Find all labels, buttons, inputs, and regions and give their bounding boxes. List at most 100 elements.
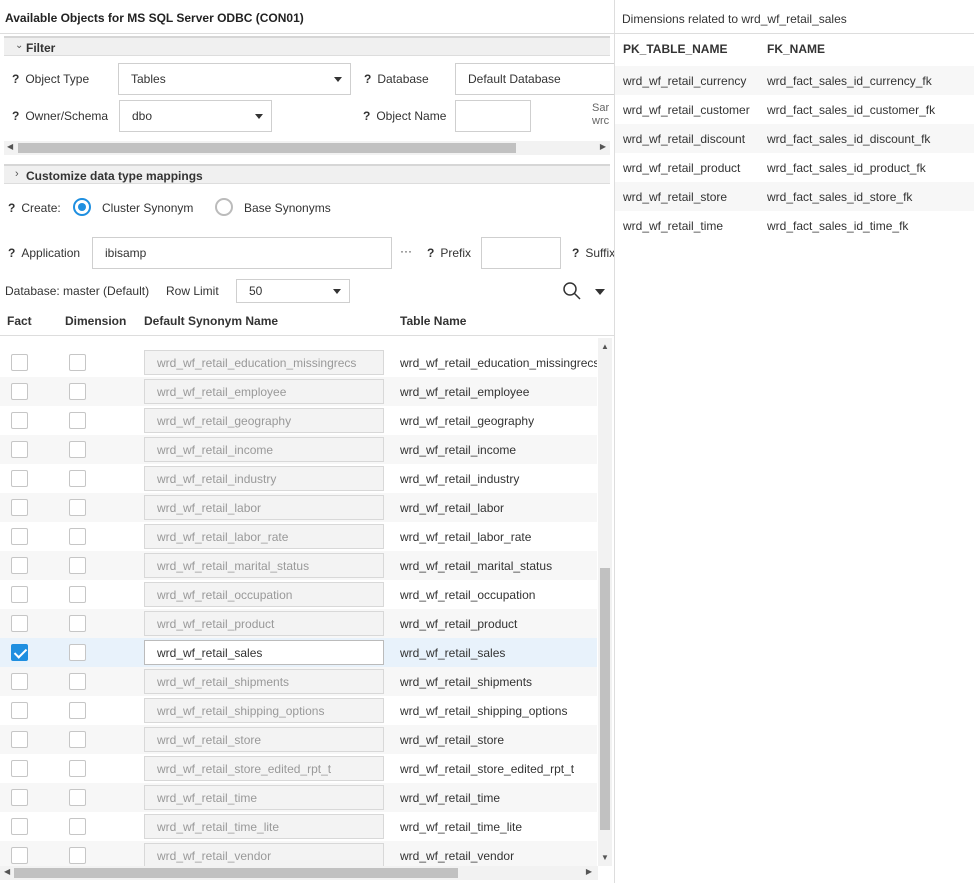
table-row[interactable]: wrd_wf_retail_education_missingrecs wrd_w… — [0, 348, 597, 377]
dimension-checkbox[interactable] — [69, 441, 86, 458]
table-row[interactable]: wrd_wf_retail_product wrd_wf_retail_produ… — [0, 609, 597, 638]
synonym-name-input[interactable]: wrd_wf_retail_education_missingrecs — [144, 350, 384, 375]
synonym-name-input[interactable]: wrd_wf_retail_industry — [144, 466, 384, 491]
scroll-thumb[interactable] — [14, 868, 458, 878]
dimension-row[interactable]: wrd_wf_retail_store wrd_fact_sales_id_sto… — [615, 182, 974, 211]
fact-checkbox[interactable] — [11, 644, 28, 661]
owner-schema-select[interactable]: dbo — [119, 100, 272, 132]
help-icon[interactable]: ? — [363, 109, 370, 123]
table-row[interactable]: wrd_wf_retail_geography wrd_wf_retail_geo… — [0, 406, 597, 435]
table-row[interactable]: wrd_wf_retail_labor wrd_wf_retail_labor — [0, 493, 597, 522]
col-synonym[interactable]: Default Synonym Name — [144, 314, 278, 328]
help-icon[interactable]: ? — [12, 72, 19, 86]
scroll-right-icon[interactable]: ▶ — [586, 867, 592, 876]
table-row[interactable]: wrd_wf_retail_industry wrd_wf_retail_indu… — [0, 464, 597, 493]
fact-checkbox[interactable] — [11, 818, 28, 835]
help-icon[interactable]: ? — [427, 246, 434, 260]
synonym-name-input[interactable]: wrd_wf_retail_employee — [144, 379, 384, 404]
dimension-checkbox[interactable] — [69, 499, 86, 516]
table-row[interactable]: wrd_wf_retail_store_edited_rpt_t wrd_wf_r… — [0, 754, 597, 783]
synonym-name-input[interactable]: wrd_wf_retail_marital_status — [144, 553, 384, 578]
help-icon[interactable]: ? — [572, 246, 579, 260]
table-row[interactable]: wrd_wf_retail_time wrd_wf_retail_time — [0, 783, 597, 812]
fact-checkbox[interactable] — [11, 731, 28, 748]
synonym-name-input[interactable]: wrd_wf_retail_product — [144, 611, 384, 636]
synonym-name-input[interactable]: wrd_wf_retail_time_lite — [144, 814, 384, 839]
table-row[interactable]: wrd_wf_retail_vendor wrd_wf_retail_vendor — [0, 841, 597, 866]
fact-checkbox[interactable] — [11, 586, 28, 603]
fact-checkbox[interactable] — [11, 499, 28, 516]
dimension-checkbox[interactable] — [69, 528, 86, 545]
scroll-down-icon[interactable]: ▼ — [601, 853, 609, 862]
fact-checkbox[interactable] — [11, 470, 28, 487]
dimension-row[interactable]: wrd_wf_retail_customer wrd_fact_sales_id_… — [615, 95, 974, 124]
fact-checkbox[interactable] — [11, 528, 28, 545]
col-table[interactable]: Table Name — [400, 314, 466, 328]
customize-section-header[interactable]: › Customize data type mappings — [4, 164, 610, 184]
dimension-checkbox[interactable] — [69, 586, 86, 603]
synonym-name-input[interactable]: wrd_wf_retail_geography — [144, 408, 384, 433]
dimension-checkbox[interactable] — [69, 731, 86, 748]
dimension-checkbox[interactable] — [69, 760, 86, 777]
table-row[interactable]: wrd_wf_retail_shipments wrd_wf_retail_shi… — [0, 667, 597, 696]
table-row[interactable]: wrd_wf_retail_sales wrd_wf_retail_sales — [0, 638, 597, 667]
dimension-checkbox[interactable] — [69, 557, 86, 574]
filter-section-header[interactable]: ⌄ Filter — [4, 36, 610, 56]
synonym-name-input[interactable]: wrd_wf_retail_vendor — [144, 843, 384, 866]
dimension-checkbox[interactable] — [69, 615, 86, 632]
cluster-synonym-label[interactable]: Cluster Synonym — [102, 201, 193, 215]
dimension-checkbox[interactable] — [69, 789, 86, 806]
dimension-checkbox[interactable] — [69, 470, 86, 487]
dimension-row[interactable]: wrd_wf_retail_currency wrd_fact_sales_id_… — [615, 66, 974, 95]
table-row[interactable]: wrd_wf_retail_income wrd_wf_retail_income — [0, 435, 597, 464]
synonym-name-input[interactable]: wrd_wf_retail_shipments — [144, 669, 384, 694]
fact-checkbox[interactable] — [11, 557, 28, 574]
scroll-left-icon[interactable]: ◀ — [4, 867, 10, 876]
table-row[interactable]: wrd_wf_retail_employee wrd_wf_retail_empl… — [0, 377, 597, 406]
table-row[interactable]: wrd_wf_retail_occupation wrd_wf_retail_oc… — [0, 580, 597, 609]
help-icon[interactable]: ? — [364, 72, 371, 86]
col-dimension[interactable]: Dimension — [65, 314, 126, 328]
fact-checkbox[interactable] — [11, 847, 28, 864]
dimension-checkbox[interactable] — [69, 673, 86, 690]
synonym-name-input[interactable]: wrd_wf_retail_labor_rate — [144, 524, 384, 549]
row-limit-select[interactable]: 50 — [236, 279, 350, 303]
table-vscrollbar[interactable]: ▲ ▼ — [598, 338, 612, 866]
fact-checkbox[interactable] — [11, 673, 28, 690]
dimension-row[interactable]: wrd_wf_retail_discount wrd_fact_sales_id_… — [615, 124, 974, 153]
synonym-name-input[interactable]: wrd_wf_retail_sales — [144, 640, 384, 665]
synonym-name-input[interactable]: wrd_wf_retail_shipping_options — [144, 698, 384, 723]
dimension-checkbox[interactable] — [69, 383, 86, 400]
database-input[interactable]: Default Database — [455, 63, 614, 95]
table-hscrollbar[interactable]: ◀ ▶ — [0, 866, 598, 880]
dimension-checkbox[interactable] — [69, 354, 86, 371]
search-icon[interactable] — [562, 281, 582, 301]
dimension-checkbox[interactable] — [69, 702, 86, 719]
col-pk-table-name[interactable]: PK_TABLE_NAME — [623, 42, 727, 56]
object-name-input[interactable] — [455, 100, 531, 132]
fact-checkbox[interactable] — [11, 702, 28, 719]
synonym-name-input[interactable]: wrd_wf_retail_store_edited_rpt_t — [144, 756, 384, 781]
dimension-checkbox[interactable] — [69, 412, 86, 429]
scroll-right-icon[interactable]: ▶ — [600, 142, 606, 151]
synonym-name-input[interactable]: wrd_wf_retail_occupation — [144, 582, 384, 607]
fact-checkbox[interactable] — [11, 383, 28, 400]
search-options-caret-icon[interactable] — [595, 289, 605, 295]
table-row[interactable]: wrd_wf_retail_labor_rate wrd_wf_retail_la… — [0, 522, 597, 551]
prefix-input[interactable] — [481, 237, 561, 269]
dimension-row[interactable]: wrd_wf_retail_time wrd_fact_sales_id_time… — [615, 211, 974, 240]
help-icon[interactable]: ? — [8, 201, 15, 215]
fact-checkbox[interactable] — [11, 441, 28, 458]
dimension-checkbox[interactable] — [69, 847, 86, 864]
scroll-up-icon[interactable]: ▲ — [601, 342, 609, 351]
base-synonyms-label[interactable]: Base Synonyms — [244, 201, 331, 215]
synonym-name-input[interactable]: wrd_wf_retail_time — [144, 785, 384, 810]
base-synonyms-radio[interactable] — [215, 198, 233, 216]
browse-ellipsis-button[interactable]: ··· — [400, 244, 412, 258]
help-icon[interactable]: ? — [8, 246, 15, 260]
col-fk-name[interactable]: FK_NAME — [767, 42, 825, 56]
table-row[interactable]: wrd_wf_retail_time_lite wrd_wf_retail_tim… — [0, 812, 597, 841]
table-row[interactable]: wrd_wf_retail_marital_status wrd_wf_retai… — [0, 551, 597, 580]
fact-checkbox[interactable] — [11, 789, 28, 806]
fact-checkbox[interactable] — [11, 354, 28, 371]
